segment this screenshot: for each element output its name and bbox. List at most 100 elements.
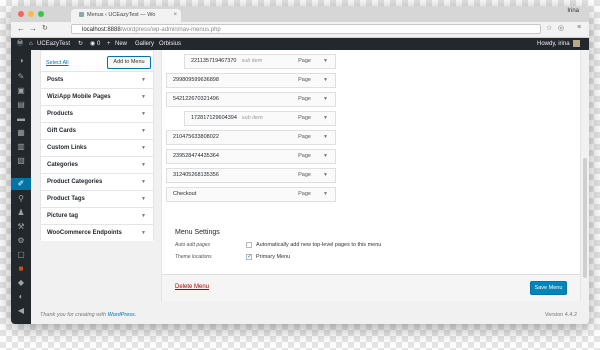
delete-menu-link[interactable]: Delete Menu <box>175 284 209 290</box>
menu-item[interactable]: Checkout Page ▼ <box>166 187 336 202</box>
updates-icon[interactable]: ↻ <box>78 38 83 50</box>
chevron-down-icon[interactable]: ▼ <box>141 72 146 88</box>
media-icon[interactable]: ▣ <box>16 86 26 96</box>
tab-close-icon[interactable]: × <box>173 9 177 22</box>
products-icon[interactable]: ▥ <box>16 142 26 152</box>
plugin-a-icon[interactable]: ▢ <box>16 250 26 260</box>
wordpress-link[interactable]: WordPress <box>108 312 135 318</box>
comments-icon[interactable]: ◉ <box>90 38 95 50</box>
menu-item[interactable]: 239528474435364 Page ▼ <box>166 149 336 164</box>
accordion-section-label: Picture tag <box>47 213 79 219</box>
chevron-down-icon[interactable]: ▼ <box>323 131 328 144</box>
accordion-section-label: WiziApp Mobile Pages <box>47 94 111 100</box>
chevron-down-icon[interactable]: ▼ <box>141 191 146 207</box>
comments-count[interactable]: 0 <box>97 38 100 50</box>
chevron-down-icon[interactable]: ▼ <box>141 123 146 139</box>
home-icon[interactable]: ⌂ <box>29 38 33 50</box>
address-bar[interactable]: localhost:8888/wordpress/wp-admin/nav-me… <box>71 24 541 34</box>
reload-icon[interactable]: ↻ <box>42 24 48 34</box>
chevron-down-icon[interactable]: ▼ <box>323 55 328 68</box>
menu-item[interactable]: 221135719467370 sub item Page ▼ <box>184 54 336 69</box>
menu-item-type: Page <box>298 153 311 159</box>
menu-item-title: 312405268135356 <box>173 172 219 178</box>
accordion-section[interactable]: WiziApp Mobile Pages ▼ <box>41 88 153 105</box>
menu-item[interactable]: 210475633808022 Page ▼ <box>166 130 336 145</box>
maximize-window-icon[interactable] <box>38 11 44 17</box>
chevron-down-icon[interactable]: ▼ <box>141 157 146 173</box>
accordion-section[interactable]: Gift Cards ▼ <box>41 122 153 139</box>
settings-icon[interactable]: ⚙ <box>16 236 26 246</box>
collapse-menu-icon[interactable]: ◀ <box>16 306 26 316</box>
menu-item-type: Page <box>298 191 311 197</box>
chevron-down-icon[interactable]: ▼ <box>323 93 328 106</box>
appearance-icon[interactable]: ✐ <box>16 179 26 189</box>
menu-item-type: Page <box>298 58 311 64</box>
back-icon[interactable]: ← <box>17 24 25 34</box>
users-icon[interactable]: ♟ <box>16 208 26 218</box>
pages-icon[interactable]: ▤ <box>16 100 26 110</box>
add-to-menu-button[interactable]: Add to Menu <box>107 56 151 69</box>
wordpress-logo-icon[interactable]: Ⓦ <box>17 38 23 50</box>
auto-add-checkbox[interactable] <box>246 242 252 248</box>
accordion-section[interactable]: Custom Links ▼ <box>41 139 153 156</box>
dashboard-icon[interactable]: ◑ <box>16 56 26 66</box>
accordion-section[interactable]: Product Tags ▼ <box>41 190 153 207</box>
auto-add-text: Automatically add new top-level pages to… <box>256 242 382 248</box>
chevron-down-icon[interactable]: ▼ <box>323 188 328 201</box>
browser-menu-icon[interactable]: ≡ <box>577 24 581 31</box>
accordion-section[interactable]: Categories ▼ <box>41 156 153 173</box>
accordion-section[interactable]: Product Categories ▼ <box>41 173 153 190</box>
primary-menu-checkbox[interactable]: ✓ <box>246 254 252 260</box>
minimize-window-icon[interactable] <box>28 11 34 17</box>
chevron-down-icon[interactable]: ▼ <box>323 150 328 163</box>
comments-sidebar-icon[interactable]: ▬ <box>16 114 26 124</box>
posts-pin-icon[interactable]: ✎ <box>16 72 26 82</box>
new-plus-icon[interactable]: + <box>107 38 111 50</box>
accordion-section[interactable]: Posts ▼ <box>41 71 153 88</box>
howdy-account[interactable]: Howdy, irina <box>537 38 580 50</box>
accordion-section-label: Custom Links <box>47 145 87 151</box>
orbisius-link[interactable]: Orbisius <box>159 38 181 50</box>
chevron-down-icon[interactable]: ▼ <box>141 106 146 122</box>
menu-item[interactable]: 312405268135356 Page ▼ <box>166 168 336 183</box>
chevron-down-icon[interactable]: ▼ <box>323 169 328 182</box>
menu-item[interactable]: 172817129604394 sub item Page ▼ <box>184 111 336 126</box>
forward-icon[interactable]: → <box>29 24 37 34</box>
content-area: Select All Add to Menu Posts ▼ WiziApp Mob… <box>31 50 589 324</box>
accordion-section-label: Product Categories <box>47 179 103 185</box>
extension-icon[interactable]: ◎ <box>558 24 564 32</box>
accordion-section[interactable]: WooCommerce Endpoints ▼ <box>41 224 153 241</box>
menu-item[interactable]: 299809599636898 Page ▼ <box>166 73 336 88</box>
chevron-down-icon[interactable]: ▼ <box>141 174 146 190</box>
plugin-b-icon[interactable]: ■ <box>16 264 26 274</box>
plugins-icon[interactable]: ⚲ <box>16 194 26 204</box>
plugin-d-icon[interactable]: ◐ <box>16 292 26 302</box>
chevron-down-icon[interactable]: ▼ <box>323 74 328 87</box>
chevron-down-icon[interactable]: ▼ <box>141 89 146 105</box>
accordion-section[interactable]: Picture tag ▼ <box>41 207 153 224</box>
select-all-link[interactable]: Select All <box>46 60 69 66</box>
save-menu-button[interactable]: Save Menu <box>530 281 567 295</box>
accordion-section[interactable]: Products ▼ <box>41 105 153 122</box>
woocommerce-icon[interactable]: ▦ <box>16 128 26 138</box>
site-name-link[interactable]: UCEazyTest <box>37 38 70 50</box>
scrollbar-thumb[interactable] <box>583 158 587 278</box>
auto-add-label: Auto add pages <box>175 242 211 248</box>
chevron-down-icon[interactable]: ▼ <box>141 208 146 224</box>
gallery-sidebar-icon[interactable]: ▧ <box>16 156 26 166</box>
gallery-link[interactable]: Gallery <box>135 38 154 50</box>
chevron-down-icon[interactable]: ▼ <box>141 140 146 156</box>
plugin-c-icon[interactable]: ◆ <box>16 278 26 288</box>
browser-tab[interactable]: Menus ‹ UCEazyTest — Wo × <box>71 9 181 22</box>
close-window-icon[interactable] <box>18 11 24 17</box>
tools-icon[interactable]: ⚒ <box>16 222 26 232</box>
menu-item-sub-label: sub item <box>241 115 263 121</box>
new-content-link[interactable]: New <box>115 38 127 50</box>
menu-item[interactable]: 542122670321496 Page ▼ <box>166 92 336 107</box>
bookmark-star-icon[interactable]: ☆ <box>546 24 552 32</box>
chevron-down-icon[interactable]: ▼ <box>323 112 328 125</box>
howdy-label: Howdy, irina <box>537 41 570 47</box>
chevron-down-icon[interactable]: ▼ <box>141 225 146 241</box>
window-user: Irina <box>567 8 579 14</box>
menu-item-title: Checkout <box>173 191 197 197</box>
